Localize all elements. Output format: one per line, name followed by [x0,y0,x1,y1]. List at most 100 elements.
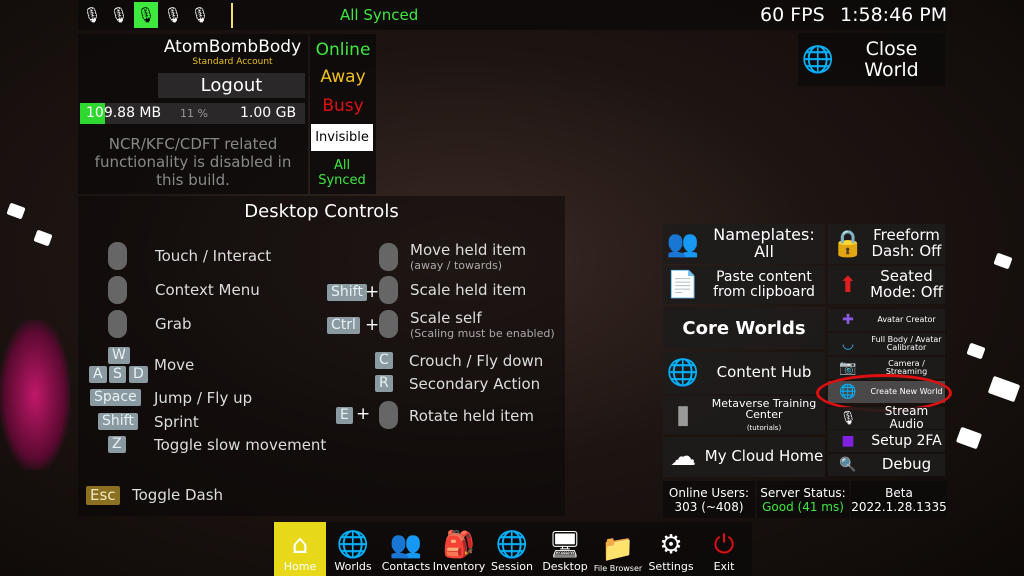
cloud-home-button[interactable]: ☁ My Cloud Home [663,437,825,477]
mouse-scroll-icon [379,243,398,271]
avatar-icon: ✚ [842,312,854,328]
tab-home[interactable]: ⌂ Home [274,522,326,576]
background-cube [6,202,26,220]
control-label: Touch / Interact [155,247,272,265]
background-cube [987,375,1021,403]
plus-sign: + [365,282,380,302]
clock: 1:58:46 PM [840,4,948,26]
seated-mode-button[interactable]: ⬆ Seated Mode: Off [828,266,945,304]
calibrator-icon: ◡ [841,336,855,352]
tab-contacts[interactable]: 👥 Contacts [380,522,432,576]
key-ctrl: Ctrl [327,317,360,334]
key-z: Z [108,436,126,453]
tab-session[interactable]: 🌐 Session [486,522,538,576]
control-label: Scale self [410,309,482,327]
magnifier-icon: 🔍 [839,457,857,473]
nameplates-icon: 👥 [666,229,700,259]
backpack-icon: 🎒 [442,530,476,560]
mouse-middle-icon [108,276,127,304]
session-icon: 🌐 [495,530,529,560]
home-icon: ⌂ [291,530,309,560]
cloud-globe-icon: ☁ [670,442,696,472]
control-label: Move held item [410,241,527,259]
camera-icon: 📷 [839,360,857,376]
status-busy-button[interactable]: Busy [308,96,378,116]
content-hub-button[interactable]: 🌐 Content Hub [663,352,825,394]
broadcast-mic-icon[interactable]: 🎙 [188,2,212,28]
lock-icon: 🔒 [831,229,865,259]
nameplates-button[interactable]: 👥 Nameplates: All [663,224,825,264]
whisper-mic-icon[interactable]: 🎙 [107,2,131,28]
pillar-icon: ▮ [675,400,691,430]
control-label: Rotate held item [409,407,534,425]
status-online-button[interactable]: Online [308,40,378,60]
storage-percent: 11 % [180,107,208,120]
avatar-creator-button[interactable]: ✚ Avatar Creator [828,309,945,331]
tab-inventory[interactable]: 🎒 Inventory [433,522,486,576]
logout-button[interactable]: Logout [158,73,305,98]
mic-icon: 🎙 [839,410,857,426]
key-w: W [108,347,130,364]
avatar-blob [0,320,70,470]
control-label: Scale held item [410,281,527,299]
seated-icon: ⬆ [838,272,858,298]
mouse-rotate-icon [379,401,398,429]
disabled-notice: NCR/KFC/CDFT related functionality is di… [94,135,292,189]
tab-exit[interactable]: ⏻ Exit [698,522,750,576]
key-shift: Shift [327,284,367,301]
control-sublabel: (away / towards) [410,259,503,272]
key-c: C [375,352,393,369]
key-space: Space [90,389,141,406]
mouse-right-icon [108,310,127,338]
control-label: Grab [155,315,192,333]
document-icon: 📄 [666,270,700,300]
status-sync: All Synced [318,158,366,188]
key-a: A [89,366,107,383]
build-version: Beta 2022.1.28.1335 [851,481,947,518]
tab-desktop[interactable]: 🖥 Desktop [539,522,591,576]
online-users: Online Users: 303 (~408) [663,481,755,518]
control-label: Context Menu [155,281,260,299]
plus-sign: + [365,315,380,335]
stream-audio-button[interactable]: 🎙 Stream Audio [828,405,945,430]
folder-icon: 📁 [601,534,635,564]
control-sublabel: (Scaling must be enabled) [410,327,555,340]
hub-icon: 🌐 [666,358,700,388]
status-invisible-button[interactable]: Invisible [311,124,373,151]
key-esc: Esc [86,486,120,505]
background-cube [966,342,986,360]
storage-used: 109.88 MB [86,105,162,121]
key-d: D [129,366,148,383]
control-label: Move [154,356,195,374]
normal-mic-icon[interactable]: 🎙 [134,2,158,28]
training-center-button[interactable]: ▮ Metaverse Training Center (tutorials) [663,396,825,434]
control-label: Crouch / Fly down [409,352,544,370]
calibrator-button[interactable]: ◡ Full Body / Avatar Calibrator [828,333,945,355]
debug-button[interactable]: 🔍 Debug [828,454,945,476]
control-label: Toggle slow movement [154,436,327,454]
setup-2fa-button[interactable]: ■ Setup 2FA [828,430,945,452]
power-icon: ⏻ [713,530,735,560]
username: AtomBombBody [163,37,302,57]
background-cube [993,252,1013,270]
status-away-button[interactable]: Away [308,67,378,87]
tab-settings[interactable]: ⚙ Settings [645,522,697,576]
control-label: Jump / Fly up [154,389,253,407]
freeform-dash-button[interactable]: 🔒 Freeform Dash: Off [828,224,945,264]
controls-title: Desktop Controls [244,201,399,222]
muted-mic-icon[interactable]: 🎙 [80,2,104,28]
control-label: Toggle Dash [132,486,224,504]
shout-mic-icon[interactable]: 🎙 [161,2,185,28]
control-label: Sprint [154,413,199,431]
contacts-icon: 👥 [389,530,423,560]
tab-worlds[interactable]: 🌐 Worlds [327,522,379,576]
key-e: E [336,407,353,424]
background-cube [955,426,983,450]
key-shift: Shift [98,413,138,430]
paste-clipboard-button[interactable]: 📄 Paste content from clipboard [663,266,825,304]
close-world-button[interactable]: 🌐 Close World [798,33,945,86]
key-s: S [109,366,126,383]
sync-status: All Synced [340,6,419,24]
tab-file-browser[interactable]: 📁 File Browser [592,522,644,576]
divider [231,3,233,28]
